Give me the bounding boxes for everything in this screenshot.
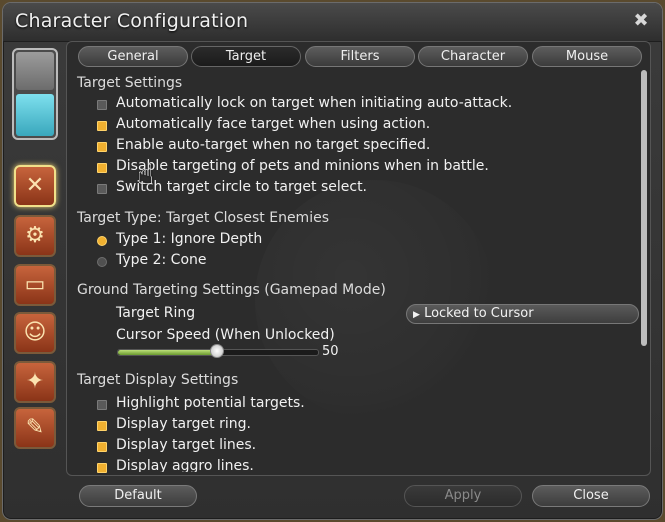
tab-target[interactable]: Target [191, 46, 301, 67]
scrollbar[interactable] [641, 70, 647, 346]
checkbox[interactable] [97, 421, 107, 431]
input-mode-toggle[interactable] [12, 48, 58, 140]
close-button[interactable]: Close [532, 485, 650, 507]
option-label: Display target lines. [116, 437, 257, 453]
option-label: Display aggro lines. [116, 458, 254, 472]
cursor-speed-value: 50 [322, 344, 339, 359]
tab-mouse[interactable]: Mouse [532, 46, 642, 67]
dropdown-value: Locked to Cursor [424, 306, 534, 321]
apply-button[interactable]: Apply [404, 485, 522, 507]
option-label: Type 2: Cone [116, 252, 207, 268]
hud-category-icon[interactable]: ▭ [14, 264, 56, 306]
profile-category-icon[interactable]: ☺ [14, 312, 56, 354]
radio-button[interactable] [97, 236, 107, 246]
hand-cursor-icon: ☝ [137, 158, 155, 191]
checkbox[interactable] [97, 184, 107, 194]
tab-filters[interactable]: Filters [305, 46, 415, 67]
checkbox[interactable] [97, 142, 107, 152]
option-label: Automatically face target when using act… [116, 116, 431, 132]
section-header: Target Display Settings [77, 372, 239, 388]
target-ring-label: Target Ring [116, 305, 196, 321]
section-header: Target Settings [77, 75, 183, 91]
slider-handle[interactable] [210, 344, 224, 358]
tab-character[interactable]: Character [418, 46, 528, 67]
option-label: Disable targeting of pets and minions wh… [116, 158, 489, 174]
option-label: Highlight potential targets. [116, 395, 305, 411]
option-label: Display target ring. [116, 416, 251, 432]
option-label: Enable auto-target when no target specif… [116, 137, 431, 153]
checkbox[interactable] [97, 463, 107, 473]
checkbox[interactable] [97, 100, 107, 110]
section-header: Target Type: Target Closest Enemies [77, 210, 329, 226]
tools-category-icon[interactable]: ✦ [14, 361, 56, 403]
close-icon[interactable]: ✖ [630, 10, 652, 32]
triangle-right-icon: ▶ [413, 310, 420, 320]
section-header: Ground Targeting Settings (Gamepad Mode) [77, 282, 386, 298]
checkbox[interactable] [97, 121, 107, 131]
checkbox[interactable] [97, 400, 107, 410]
default-button[interactable]: Default [79, 485, 197, 507]
checkbox[interactable] [97, 442, 107, 452]
cursor-speed-label: Cursor Speed (When Unlocked) [116, 327, 335, 343]
gamepad-icon[interactable] [16, 52, 54, 90]
title-bar: Character Configuration ✖ [3, 3, 662, 42]
target-ring-dropdown[interactable]: ▶ Locked to Cursor [406, 304, 639, 324]
tab-general[interactable]: General [78, 46, 188, 67]
mouse-icon[interactable] [16, 94, 54, 136]
character-category-icon[interactable]: ⚙ [14, 215, 56, 257]
checkbox[interactable] [97, 163, 107, 173]
window-title: Character Configuration [15, 10, 249, 32]
option-label: Automatically lock on target when initia… [116, 95, 513, 111]
target-category-icon[interactable]: ✕ [14, 165, 56, 207]
slider-fill [118, 350, 218, 355]
option-label: Type 1: Ignore Depth [116, 231, 263, 247]
chat-category-icon[interactable]: ✎ [14, 407, 56, 449]
radio-button[interactable] [97, 257, 107, 267]
